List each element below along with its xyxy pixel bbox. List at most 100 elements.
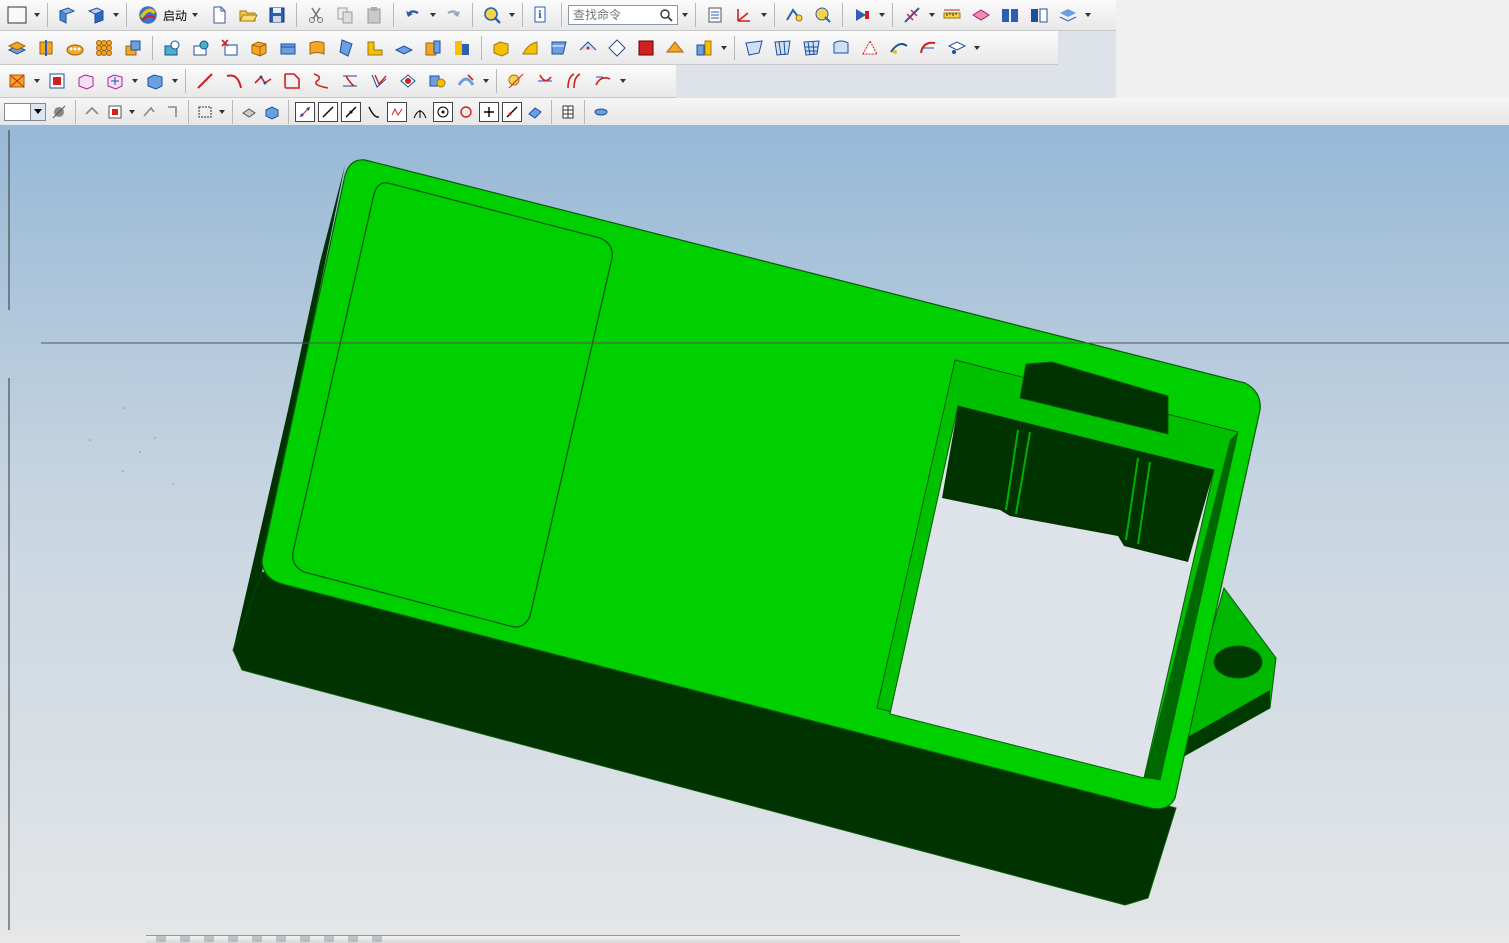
- ruled-surface-icon[interactable]: [741, 35, 767, 61]
- paste-icon[interactable]: [361, 2, 387, 28]
- point-on-face-icon[interactable]: [525, 102, 545, 122]
- layer-icon[interactable]: [702, 2, 728, 28]
- wcs-icon[interactable]: [731, 2, 757, 28]
- search-input[interactable]: [573, 8, 658, 22]
- model-canvas[interactable]: [0, 126, 1509, 938]
- draft-icon[interactable]: [391, 35, 417, 61]
- trim-sheet-icon[interactable]: [944, 35, 970, 61]
- dropdown-arrow[interactable]: [482, 68, 490, 94]
- sew-icon[interactable]: [575, 35, 601, 61]
- mirror-icon[interactable]: [488, 35, 514, 61]
- studio-surface-icon[interactable]: [886, 35, 912, 61]
- line-icon[interactable]: [192, 68, 218, 94]
- ruler-icon[interactable]: [939, 2, 965, 28]
- bridge-curve-icon[interactable]: [337, 68, 363, 94]
- arc-icon[interactable]: [221, 68, 247, 94]
- grid-icon[interactable]: [558, 102, 578, 122]
- block-icon[interactable]: [246, 35, 272, 61]
- cylinder-icon[interactable]: [275, 35, 301, 61]
- scale-body-icon[interactable]: [691, 35, 717, 61]
- copy-icon[interactable]: [332, 2, 358, 28]
- diamond-icon[interactable]: [604, 35, 630, 61]
- dropdown-arrow[interactable]: [878, 2, 886, 28]
- pattern-array-icon[interactable]: [91, 35, 117, 61]
- analysis-icon[interactable]: [781, 2, 807, 28]
- snap-point-icon[interactable]: [105, 102, 125, 122]
- dropdown-arrow[interactable]: [218, 99, 226, 125]
- offset-face-icon[interactable]: [449, 35, 475, 61]
- command-finder-icon[interactable]: [479, 2, 505, 28]
- end-point-icon[interactable]: [295, 101, 315, 122]
- chamfer-icon[interactable]: [333, 35, 359, 61]
- mesh-body-icon[interactable]: [142, 68, 168, 94]
- play-icon[interactable]: [849, 2, 875, 28]
- point-on-curve-icon[interactable]: [502, 101, 522, 122]
- swept-icon[interactable]: [828, 35, 854, 61]
- dropdown-arrow[interactable]: [171, 68, 179, 94]
- manual-icon[interactable]: [1026, 2, 1052, 28]
- section-icon[interactable]: [968, 2, 994, 28]
- trim-curve-icon[interactable]: [561, 68, 587, 94]
- section-curve-icon[interactable]: [453, 68, 479, 94]
- offset-curve-icon[interactable]: [366, 68, 392, 94]
- n-sided-icon[interactable]: [857, 35, 883, 61]
- measure-icon[interactable]: [899, 2, 925, 28]
- sketch-icon[interactable]: [102, 68, 128, 94]
- point-icon[interactable]: [73, 68, 99, 94]
- dropdown-arrow[interactable]: [128, 99, 136, 125]
- transition-icon[interactable]: [915, 35, 941, 61]
- dropdown-arrow[interactable]: [619, 68, 627, 94]
- select-point-icon[interactable]: [162, 102, 182, 122]
- existing-point-icon[interactable]: [479, 101, 499, 122]
- type-filter-combo[interactable]: [4, 102, 46, 121]
- mount-hole[interactable]: [1213, 645, 1263, 679]
- bottom-toolbar-icon[interactable]: [156, 936, 166, 942]
- spline-icon[interactable]: [250, 68, 276, 94]
- face-blend-icon[interactable]: [662, 35, 688, 61]
- curve-length-icon[interactable]: [590, 68, 616, 94]
- search-command-box[interactable]: [568, 5, 679, 25]
- cut-icon[interactable]: [303, 2, 329, 28]
- extend-curve-icon[interactable]: [532, 68, 558, 94]
- dropdown-arrow[interactable]: [33, 2, 41, 28]
- information-icon[interactable]: i: [529, 2, 555, 28]
- spline-point-icon[interactable]: [387, 101, 407, 122]
- bottom-toolbar-icon[interactable]: [324, 936, 334, 942]
- bottom-toolbar-icon[interactable]: [204, 936, 214, 942]
- save-icon[interactable]: [264, 2, 290, 28]
- select-lock-icon[interactable]: [139, 102, 159, 122]
- dropdown-arrow[interactable]: [973, 35, 981, 61]
- datum-plane-icon[interactable]: [4, 68, 30, 94]
- datum-csys-icon[interactable]: [44, 68, 70, 94]
- new-file-icon[interactable]: [206, 2, 232, 28]
- dropdown-arrow[interactable]: [112, 2, 120, 28]
- unite-icon[interactable]: [120, 35, 146, 61]
- view-wireframe-icon[interactable]: [239, 102, 259, 122]
- graphics-window[interactable]: [0, 126, 1509, 938]
- join-curve-icon[interactable]: [395, 68, 421, 94]
- thicken-icon[interactable]: [420, 35, 446, 61]
- edge-blend-icon[interactable]: [304, 35, 330, 61]
- mid-point-icon[interactable]: [318, 101, 338, 122]
- bottom-toolbar-icon[interactable]: [276, 936, 286, 942]
- rectangle-icon[interactable]: [279, 68, 305, 94]
- dropdown-arrow[interactable]: [33, 68, 41, 94]
- redo-icon[interactable]: [440, 2, 466, 28]
- dropdown-arrow[interactable]: [131, 68, 139, 94]
- curve-analysis-icon[interactable]: [503, 68, 529, 94]
- bottom-toolbar-icon[interactable]: [228, 936, 238, 942]
- quadrant-point-icon[interactable]: [456, 102, 476, 122]
- bottom-toolbar-icon[interactable]: [252, 936, 262, 942]
- selection-scope-icon[interactable]: [49, 102, 69, 122]
- arc-center-icon[interactable]: [410, 102, 430, 122]
- view-orient-2-icon[interactable]: [83, 2, 109, 28]
- bottom-toolbar-icon[interactable]: [348, 936, 358, 942]
- intersection-curve-icon[interactable]: [424, 68, 450, 94]
- show-hide-icon[interactable]: [591, 102, 611, 122]
- intersection-point-icon[interactable]: [364, 102, 384, 122]
- rectangle-select-icon[interactable]: [195, 102, 215, 122]
- bottom-toolbar-icon[interactable]: [180, 936, 190, 942]
- project-curve-icon[interactable]: [308, 68, 334, 94]
- solid-cube-icon[interactable]: [633, 35, 659, 61]
- search-icon[interactable]: [659, 8, 673, 22]
